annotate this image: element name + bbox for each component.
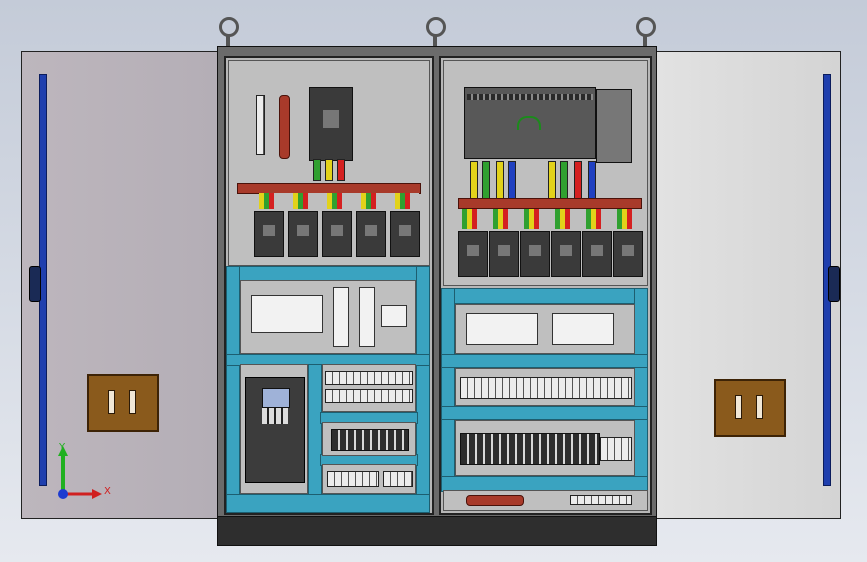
pocket-slot [756,395,763,419]
branch-breaker-3[interactable] [520,231,550,277]
right-door-lock-icon[interactable] [828,266,840,302]
plc-module[interactable] [251,295,323,333]
wire-duct [634,288,648,490]
wire-yellow [496,161,504,199]
right-mounting-panel [439,56,652,515]
wire-duct [441,354,648,368]
distribution-busbar [458,198,642,209]
terminal-row [325,371,413,385]
vertical-terminal-strip [256,95,265,155]
frequency-inverter[interactable] [245,377,305,483]
relay-row [331,429,409,451]
wire-blue [588,161,596,199]
left-door-lock-icon[interactable] [29,266,41,302]
wire-duct [226,266,240,513]
terminal-plate [322,364,416,412]
plc-expansion-module[interactable] [596,89,632,163]
terminal-row [325,389,413,403]
wire-blue [508,161,516,199]
plc-io-strip [467,94,593,100]
ground-busbar [466,495,524,506]
wire-duct [441,288,455,490]
terminal-row [570,495,632,505]
main-breaker[interactable] [309,87,353,161]
z-axis-dot [58,489,68,499]
left-document-pocket [87,374,159,432]
branch-breaker-6[interactable] [613,231,643,277]
right-document-pocket [714,379,786,437]
breaker-wiring [259,193,419,209]
control-plate [240,280,416,354]
breaker-wiring [462,209,642,229]
lifting-eye-icon [219,17,239,37]
bottom-plate [443,490,648,511]
branch-breaker-4[interactable] [356,211,386,257]
relay-plate [322,422,416,456]
wire-duct [441,406,648,420]
terminal-row [460,377,632,399]
pocket-slot [108,390,115,414]
branch-breaker-2[interactable] [288,211,318,257]
wire-yellow [325,159,333,181]
left-mounting-panel [224,56,434,515]
controller-module[interactable] [466,313,538,345]
lifting-eye-stem [643,36,647,46]
branch-breaker-1[interactable] [254,211,284,257]
relay-plate [455,420,635,476]
branch-breaker-3[interactable] [322,211,352,257]
right-upper-plate [443,60,648,286]
terminal-row [327,471,379,487]
branch-breaker-1[interactable] [458,231,488,277]
left-upper-plate [228,60,430,266]
wire-yellow [548,161,556,199]
relay-module[interactable] [333,287,349,347]
plc-controller[interactable] [464,87,596,159]
control-plate [455,304,635,354]
x-axis-arrow [92,489,102,499]
pocket-slot [129,390,136,414]
branch-breaker-4[interactable] [551,231,581,277]
inverter-display[interactable] [262,388,290,408]
wire-red [574,161,582,199]
branch-breaker-5[interactable] [582,231,612,277]
wire-duct [226,494,430,513]
drive-plate [240,364,308,494]
lifting-eye-icon [636,17,656,37]
pocket-slot [735,395,742,419]
plc-status-icon [517,116,541,130]
power-supply[interactable] [552,313,614,345]
relay-module[interactable] [359,287,375,347]
wire-green [560,161,568,199]
terminal-block[interactable] [381,305,407,327]
inverter-keypad[interactable] [262,408,288,424]
y-axis-label: Y [59,442,66,453]
vertical-busbar [279,95,290,159]
wire-yellow [470,161,478,199]
lifting-eye-icon [426,17,446,37]
wire-green [313,159,321,181]
terminal-plate [322,464,416,494]
wire-green [482,161,490,199]
terminal-row [600,437,632,461]
right-door[interactable] [655,51,841,519]
wire-duct [308,364,322,496]
lifting-eye-stem [226,36,230,46]
branch-breaker-5[interactable] [390,211,420,257]
x-axis-label: X [104,486,111,497]
wire-duct [416,266,430,513]
branch-breaker-2[interactable] [489,231,519,277]
relay-row [460,433,600,465]
wire-red [337,159,345,181]
lifting-eye-stem [433,36,437,46]
terminal-plate [455,368,635,406]
terminal-row [383,471,413,487]
wire-duct [441,288,648,304]
cabinet-plinth [217,516,657,546]
